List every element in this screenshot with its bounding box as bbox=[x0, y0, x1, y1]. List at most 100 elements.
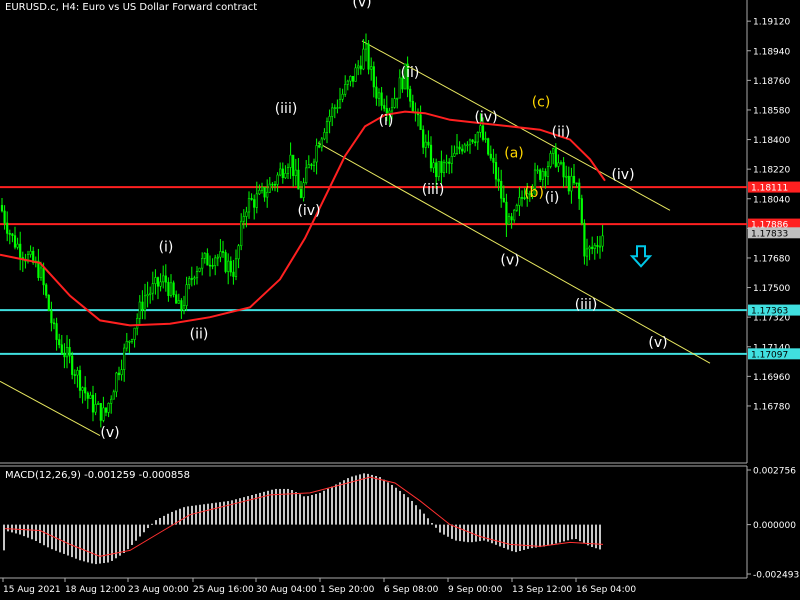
macd-histogram-bar bbox=[131, 524, 133, 545]
candle-body bbox=[557, 162, 560, 167]
candle-body bbox=[565, 175, 568, 178]
candle-body bbox=[50, 310, 53, 324]
price-tick-label: 1.19120 bbox=[753, 18, 790, 28]
macd-histogram-bar bbox=[107, 524, 109, 563]
price-panel[interactable]: (v)(ii)(iii)(i) (iv)(c)(ii)(a)(iv)(iii) (b… bbox=[0, 0, 800, 464]
candle-body bbox=[554, 148, 557, 167]
macd-histogram-bar bbox=[323, 490, 325, 525]
candle-body bbox=[450, 156, 453, 164]
candle-body bbox=[193, 277, 196, 280]
candle-body bbox=[549, 153, 552, 167]
candle-body bbox=[437, 161, 440, 178]
candle-body bbox=[357, 65, 360, 69]
candle-body bbox=[484, 138, 487, 140]
candle-body bbox=[68, 347, 71, 357]
macd-histogram-bar bbox=[583, 524, 585, 544]
price-tick-label: 1.18220 bbox=[753, 166, 790, 176]
candle-body bbox=[240, 220, 243, 247]
current-price-label: 1.17833 bbox=[751, 229, 788, 239]
macd-histogram-bar bbox=[539, 524, 541, 548]
wave-label: (c) bbox=[532, 95, 551, 111]
macd-histogram-bar bbox=[427, 518, 429, 525]
candle-body bbox=[6, 222, 9, 234]
candle-body bbox=[520, 197, 524, 199]
candle-body bbox=[289, 154, 292, 168]
wave-label: (iv) bbox=[297, 203, 320, 219]
price-tick-label: 1.18580 bbox=[753, 106, 790, 116]
horizontal-levels bbox=[0, 186, 747, 355]
macd-histogram-bar bbox=[495, 524, 497, 545]
macd-histogram-bar bbox=[307, 496, 309, 525]
candle-body bbox=[146, 294, 149, 297]
candle-body bbox=[494, 162, 498, 180]
macd-histogram-bar bbox=[91, 524, 93, 564]
candle-body bbox=[323, 132, 326, 140]
candle-body bbox=[502, 197, 505, 203]
macd-histogram-bar bbox=[459, 524, 461, 542]
macd-histogram-bar bbox=[563, 524, 565, 542]
wave-label: (ii) bbox=[190, 327, 209, 343]
macd-histogram-bar bbox=[83, 524, 85, 562]
candle-body bbox=[149, 292, 152, 295]
candle-body bbox=[458, 146, 461, 150]
price-tick-label: 1.18040 bbox=[753, 195, 790, 205]
candle-body bbox=[11, 233, 14, 236]
macd-panel[interactable]: 0.002756 0.000000 -0.002493 bbox=[0, 465, 799, 581]
candle-body bbox=[292, 154, 295, 177]
candle-body bbox=[351, 75, 355, 82]
candle-body bbox=[333, 107, 336, 109]
wave-label: (iv) bbox=[474, 109, 497, 125]
candle-body bbox=[359, 65, 362, 70]
candle-body bbox=[16, 243, 19, 248]
macd-histogram-bar bbox=[215, 502, 217, 525]
trading-chart[interactable]: (v)(ii)(iii)(i) (iv)(c)(ii)(a)(iv)(iii) (b… bbox=[0, 0, 800, 600]
support-price-label: 1.17363 bbox=[751, 307, 788, 317]
price-tick-label: 1.17680 bbox=[753, 254, 790, 264]
macd-title: MACD(12,26,9) -0.001259 -0.000858 bbox=[5, 470, 190, 481]
candle-body bbox=[297, 169, 300, 190]
candle-body bbox=[580, 198, 583, 224]
candle-body bbox=[513, 209, 516, 221]
macd-histogram-bar bbox=[491, 524, 493, 544]
candle-body bbox=[203, 253, 206, 259]
price-tick-label: 1.16960 bbox=[753, 373, 790, 383]
wave-label: (iii) bbox=[575, 297, 598, 313]
candle-body bbox=[78, 370, 82, 391]
candle-body bbox=[427, 141, 430, 146]
candle-body bbox=[487, 138, 490, 155]
candle-body bbox=[156, 277, 160, 287]
candle-body bbox=[338, 98, 342, 108]
candle-body bbox=[208, 264, 212, 267]
candle-body bbox=[136, 318, 139, 329]
candle-body bbox=[115, 372, 118, 393]
candle-body bbox=[97, 403, 100, 405]
macd-histogram-bar bbox=[147, 524, 149, 529]
macd-histogram-bar bbox=[139, 524, 141, 537]
candle-body bbox=[328, 116, 331, 122]
macd-histogram-bar bbox=[31, 524, 33, 540]
candle-body bbox=[201, 258, 204, 269]
candle-body bbox=[273, 183, 277, 186]
candle-body bbox=[188, 278, 191, 285]
macd-histogram-bar bbox=[523, 524, 525, 550]
wave-label: (v) bbox=[352, 0, 371, 10]
wave-label: (i) bbox=[379, 113, 394, 129]
candle-body bbox=[364, 43, 368, 50]
candle-body bbox=[214, 257, 217, 266]
candle-body bbox=[175, 294, 178, 304]
candle-body bbox=[162, 275, 165, 283]
macd-histogram-bar bbox=[151, 523, 153, 525]
candle-body bbox=[110, 398, 113, 404]
candle-body bbox=[260, 186, 264, 191]
time-tick-label: 6 Sep 08:00 bbox=[384, 585, 439, 595]
candle-body bbox=[435, 162, 438, 178]
wave-label: (iv) bbox=[611, 167, 634, 183]
macd-histogram-bar bbox=[191, 505, 193, 525]
macd-histogram-bar bbox=[399, 490, 401, 525]
candle-body bbox=[151, 283, 154, 294]
wave-label: (ii) bbox=[552, 124, 571, 140]
macd-histogram-bar bbox=[203, 504, 205, 525]
candle-body bbox=[370, 66, 373, 70]
wave-label: (iii) bbox=[422, 182, 445, 198]
candle-body bbox=[377, 92, 381, 99]
